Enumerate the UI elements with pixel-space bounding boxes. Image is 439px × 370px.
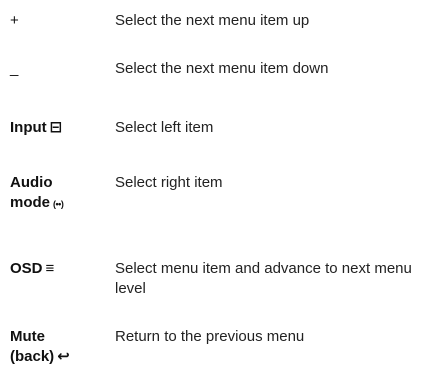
key-minus: _ — [10, 59, 110, 79]
key-input: Input ⊟ — [10, 118, 110, 138]
desc-mute-back: Return to the previous menu — [115, 328, 305, 345]
key-input-label: Input — [10, 119, 47, 136]
key-audio-label: Audio — [10, 174, 53, 191]
desc-input: Select left item — [115, 119, 214, 136]
desc-plus: Select the next menu item up — [115, 12, 310, 29]
key-plus-label: + — [10, 12, 19, 29]
input-source-icon: ⊟ — [49, 119, 63, 136]
key-audio-line2: mode (••) — [10, 193, 110, 214]
desc-minus: Select the next menu item down — [115, 60, 329, 77]
button-function-table: + Select the next menu item up _ Select … — [0, 0, 439, 370]
key-back-label: (back) — [10, 348, 55, 365]
key-audio-mode: Audio mode (••) — [10, 173, 110, 214]
key-plus: + — [10, 11, 110, 31]
key-mute-label: Mute — [10, 328, 45, 345]
menu-icon: ≡ — [45, 260, 55, 277]
key-mute-line2: (back) ↩ — [10, 347, 110, 367]
key-osd: OSD ≡ — [10, 259, 110, 279]
desc-osd: Select menu item and advance to next men… — [115, 260, 412, 297]
key-mode-label: mode — [10, 194, 51, 211]
key-minus-label: _ — [10, 60, 19, 77]
desc-audio-mode: Select right item — [115, 174, 223, 191]
back-arrow-icon: ↩ — [57, 348, 70, 365]
audio-mode-icon: (••) — [53, 199, 64, 209]
key-osd-label: OSD — [10, 260, 43, 277]
key-mute-back: Mute (back) ↩ — [10, 327, 110, 367]
